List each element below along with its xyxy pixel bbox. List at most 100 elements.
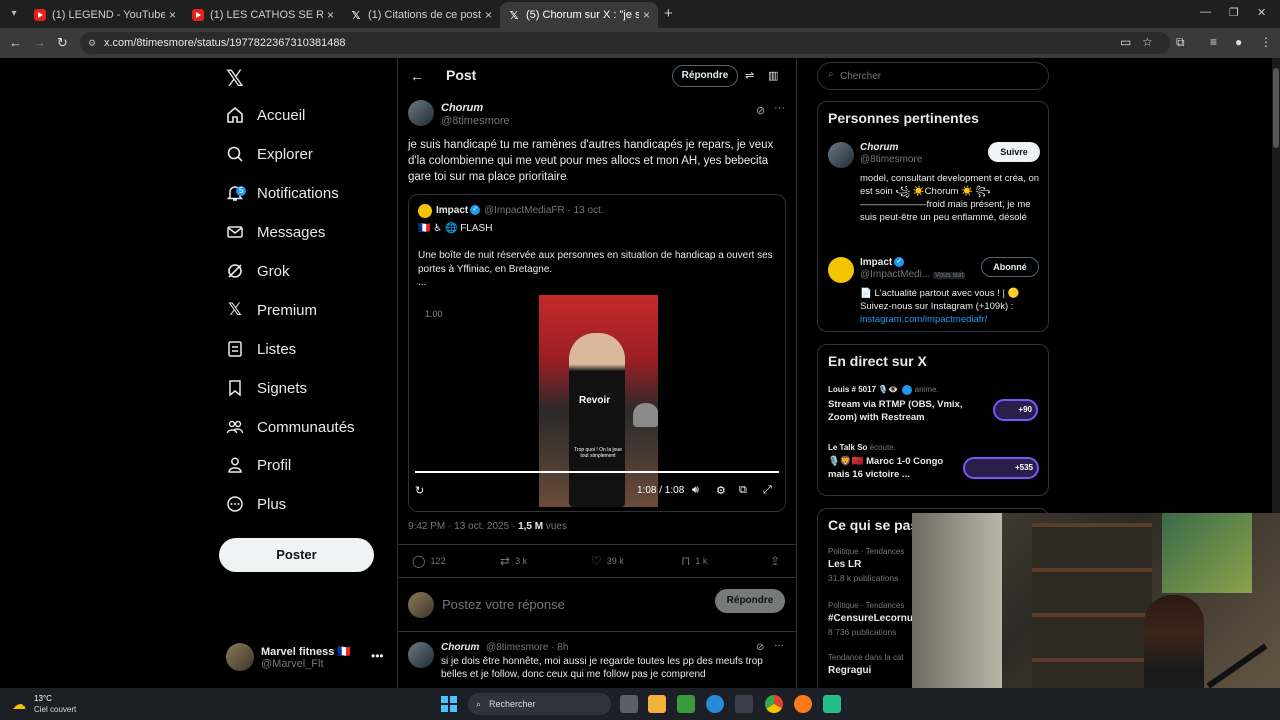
following-button[interactable]: Abonné	[981, 257, 1039, 277]
back-icon[interactable]: ←	[9, 35, 22, 50]
browser-tab[interactable]: 𝕏 (1) Citations de ce post / X ×	[342, 2, 500, 28]
minimize-icon[interactable]: —	[1200, 6, 1211, 18]
reader-view-icon[interactable]: ▥	[768, 69, 778, 82]
fullscreen-icon[interactable]: ⤢	[763, 484, 772, 497]
replay-icon[interactable]: ↻	[415, 484, 424, 497]
person-name[interactable]: Impact ✓	[860, 257, 905, 268]
nvidia-icon[interactable]	[677, 695, 695, 713]
nav-item-listes[interactable]: Listes	[226, 334, 296, 364]
url-field[interactable]: ⚙ x.com/8timesmore/status/19778223673103…	[80, 32, 1170, 54]
back-arrow-icon[interactable]: ←	[410, 68, 424, 84]
reload-icon[interactable]: ↻	[57, 35, 68, 51]
app-icon[interactable]	[823, 695, 841, 713]
settings-icon[interactable]: ⚙	[716, 484, 726, 497]
follow-button[interactable]: Suivre	[988, 142, 1040, 162]
avatar[interactable]	[828, 142, 854, 168]
site-info-icon[interactable]: ⚙	[88, 32, 96, 54]
nav-item-communautes[interactable]: Communautés	[226, 412, 355, 442]
live-row[interactable]: Louis # 5017 🎙️👁️ ✓ anime. Stream via RT…	[828, 385, 1040, 429]
reply-action[interactable]: ◯ 122	[412, 554, 445, 568]
nav-item-signets[interactable]: Signets	[226, 373, 307, 403]
nav-item-profil[interactable]: Profil	[226, 450, 291, 480]
person-name[interactable]: Chorum	[860, 142, 898, 153]
windows-taskbar: ☁ 13°C Ciel couvert ⌕ Rechercher	[0, 688, 1280, 720]
reply-button[interactable]: Répondre	[672, 65, 738, 87]
nav-item-explorer[interactable]: Explorer	[226, 139, 313, 169]
nav-item-plus[interactable]: Plus	[226, 489, 286, 519]
forward-icon[interactable]: →	[33, 35, 46, 50]
browser-tab[interactable]: (1) LEGEND - YouTube ×	[26, 2, 184, 28]
menu-icon[interactable]: ⋮	[1260, 35, 1272, 49]
reply-author-name[interactable]: Chorum	[441, 642, 479, 653]
grok-icon[interactable]: ⊘	[756, 642, 764, 653]
author-name[interactable]: Chorum	[441, 102, 483, 114]
browser-tab[interactable]: (1) LES CATHOS SE REBELLENT ×	[184, 2, 342, 28]
nav-item-accueil[interactable]: Accueil	[226, 100, 305, 130]
account-switcher[interactable]: Marvel fitness 🇫🇷 @Marvel_Flt •••	[226, 643, 386, 673]
extensions-icon[interactable]: ⧉	[1176, 35, 1185, 50]
live-listeners-pill[interactable]: +535	[963, 457, 1039, 479]
more-icon[interactable]: •••	[371, 649, 384, 663]
share-action[interactable]: ⇪	[770, 554, 785, 568]
media-icon[interactable]: ≡	[1210, 35, 1217, 49]
nav-item-notifications[interactable]: 5 Notifications	[226, 178, 339, 208]
person-row[interactable]: Chorum @8timesmore Suivre model, consult…	[828, 142, 1040, 242]
star-icon[interactable]: ☆	[1142, 35, 1153, 49]
scrollbar-thumb[interactable]	[1273, 68, 1279, 148]
tab-search-menu-icon[interactable]: ▾	[6, 6, 22, 22]
person-handle[interactable]: @ImpactMedi... Vous suit	[860, 269, 966, 280]
pip-icon[interactable]: ⧉	[739, 484, 747, 497]
grok-icon[interactable]: ⊘	[756, 104, 765, 117]
avatar[interactable]	[408, 100, 434, 126]
cast-icon[interactable]: ▭	[1120, 35, 1131, 49]
edge-icon[interactable]	[706, 695, 724, 713]
firefox-icon[interactable]	[794, 695, 812, 713]
grok-icon	[226, 262, 244, 280]
replay-button[interactable]: Revoir	[579, 395, 610, 406]
taskbar-search[interactable]: ⌕ Rechercher	[468, 693, 611, 715]
close-icon[interactable]: ×	[169, 8, 176, 22]
nav-item-grok[interactable]: Grok	[226, 256, 290, 286]
windows-start-icon[interactable]	[441, 696, 457, 712]
author-handle[interactable]: @8timesmore	[441, 115, 510, 127]
video-progress-bar[interactable]	[415, 471, 779, 473]
person-row[interactable]: Impact ✓ @ImpactMedi... Vous suit Abonné …	[828, 257, 1040, 327]
search-bar[interactable]: ⌕	[817, 62, 1049, 90]
quoted-post[interactable]: Impact ✓ @ImpactMediaFR · 13 oct. 🇫🇷 ♿ 🌐 …	[408, 194, 786, 512]
close-icon[interactable]: ×	[327, 8, 334, 22]
poster-button[interactable]: Poster	[219, 538, 374, 572]
search-input[interactable]	[840, 68, 1040, 84]
nav-item-premium[interactable]: 𝕏 Premium	[226, 295, 317, 325]
volume-icon[interactable]: 🔊︎	[692, 484, 699, 497]
chrome-icon[interactable]	[765, 695, 783, 713]
nav-item-messages[interactable]: Messages	[226, 217, 325, 247]
repost-action[interactable]: ⇄ 3 k	[500, 554, 527, 568]
window-close-icon[interactable]: ✕	[1257, 6, 1266, 19]
browser-tab-active[interactable]: 𝕏 (5) Chorum sur X : "je suis handi ×	[500, 2, 658, 28]
new-tab-icon[interactable]: +	[664, 5, 673, 22]
close-icon[interactable]: ×	[643, 8, 650, 22]
reply-input[interactable]	[442, 594, 682, 614]
more-icon[interactable]: ···	[774, 640, 784, 651]
reply-author-handle[interactable]: @8timesmore · 8h	[486, 642, 568, 653]
video-player[interactable]: 1.00 Trop quoi ! On la joue tout simplem…	[409, 295, 785, 511]
profile-icon[interactable]: ●	[1235, 35, 1242, 49]
store-icon[interactable]	[735, 695, 753, 713]
live-listeners-pill[interactable]: +90	[993, 399, 1038, 421]
bio-link[interactable]: instagram.com/impactmediafr/	[860, 314, 987, 325]
x-logo-icon[interactable]: 𝕏	[226, 66, 244, 92]
more-icon[interactable]: ···	[774, 102, 785, 114]
reply-post[interactable]: Chorum @8timesmore · 8h ⊘ ··· si je dois…	[398, 634, 796, 688]
file-explorer-icon[interactable]	[648, 695, 666, 713]
close-icon[interactable]: ×	[485, 8, 492, 22]
reply-submit-button[interactable]: Répondre	[715, 589, 785, 613]
task-view-icon[interactable]	[620, 695, 638, 713]
avatar[interactable]	[408, 642, 434, 668]
avatar[interactable]	[828, 257, 854, 283]
sliders-icon[interactable]: ⇌	[745, 69, 754, 82]
bookmark-action[interactable]: ⊓ 1 k	[681, 554, 707, 568]
like-action[interactable]: ♡ 39 k	[591, 554, 624, 568]
maximize-icon[interactable]: ❐	[1229, 6, 1239, 19]
live-row[interactable]: Le Talk So écoute. 🎙️🦁🇲🇦 Maroc 1-0 Congo…	[828, 443, 1040, 487]
person-handle[interactable]: @8timesmore	[860, 154, 922, 165]
